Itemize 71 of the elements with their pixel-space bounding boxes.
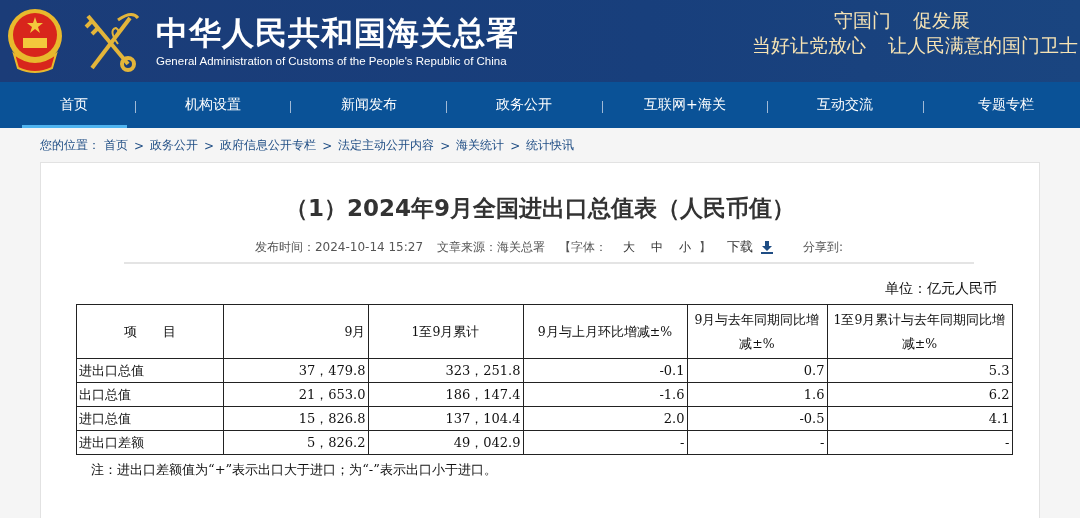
table-cell: 15，826.8: [223, 406, 368, 431]
nav-item[interactable]: 机构设置: [143, 82, 283, 128]
table-cell: 137，104.4: [368, 406, 523, 431]
slogan-text: 当好让党放心: [752, 33, 866, 58]
download-icon: [761, 240, 774, 254]
share-label: 分享到:: [803, 238, 844, 256]
unit-text: 单位：亿元人民币: [884, 280, 997, 298]
font-size-label: 【字体：: [559, 238, 608, 256]
table-note: 注：进出口差额值为“+”表示出口大于进口；为“-”表示出口小于进口。: [91, 461, 498, 479]
source-label: 文章来源：: [437, 238, 498, 256]
table-cell: 21，653.0: [223, 382, 368, 407]
column-header: 1至9月累计: [368, 304, 523, 359]
table-cell: 进口总值: [76, 406, 223, 431]
table-cell: 进出口差额: [76, 430, 223, 455]
breadcrumb-label: 您的位置：: [40, 137, 100, 154]
table-cell: 323，251.8: [368, 358, 523, 383]
table-cell: 186，147.4: [368, 382, 523, 407]
table-cell: 4.1: [827, 406, 1012, 431]
table-cell: -0.5: [687, 406, 827, 431]
font-size-link[interactable]: 中: [651, 238, 664, 256]
breadcrumb-link[interactable]: 政府信息公开专栏: [220, 137, 317, 154]
slogan-text: 守国门: [834, 8, 891, 33]
breadcrumb-link[interactable]: 首页: [104, 137, 128, 154]
breadcrumb-link[interactable]: 海关统计: [456, 137, 505, 154]
nav-item[interactable]: 互动交流: [775, 82, 915, 128]
slogan-text: 促发展: [913, 8, 970, 33]
column-header: 9月与上月环比增减±%: [523, 304, 687, 359]
nav-item[interactable]: 首页: [22, 82, 127, 128]
breadcrumb-separator: >: [134, 138, 145, 153]
table-cell: -: [687, 430, 827, 455]
download-link[interactable]: 下载: [727, 238, 774, 256]
article-title: （1）2024年9月全国进出口总值表（人民币值）: [285, 194, 795, 223]
breadcrumb-separator: >: [204, 138, 215, 153]
column-header: 9月: [223, 304, 368, 359]
publish-time: 2024-10-14 15:27: [314, 240, 424, 254]
column-header: 9月与去年同期同比增减±%: [687, 304, 827, 359]
breadcrumb-separator: >: [510, 138, 521, 153]
bracket-text: 】: [699, 238, 712, 256]
publish-label: 发布时间：: [254, 238, 315, 256]
nav-item[interactable]: 新闻发布: [299, 82, 438, 128]
nav-item[interactable]: 专题专栏: [931, 82, 1080, 128]
font-size-link[interactable]: 小: [679, 238, 692, 256]
column-header: 1至9月累计与去年同期同比增减±%: [827, 304, 1012, 359]
slogan-text: 让人民满意的国门卫士: [888, 33, 1078, 58]
source-text: 海关总署: [497, 238, 546, 256]
table-cell: 6.2: [827, 382, 1012, 407]
nav-item[interactable]: 政务公开: [455, 82, 594, 128]
table-cell: 0.7: [687, 358, 827, 383]
breadcrumb-link[interactable]: 统计快讯: [526, 137, 575, 154]
national-emblem-icon: [6, 8, 64, 74]
table-cell: 5.3: [827, 358, 1012, 383]
table-cell: 1.6: [687, 382, 827, 407]
breadcrumb-separator: >: [440, 138, 451, 153]
table-cell: 进出口总值: [76, 358, 223, 383]
table-cell: 2.0: [523, 406, 687, 431]
table-cell: -: [523, 430, 687, 455]
breadcrumb-link[interactable]: 法定主动公开内容: [338, 137, 435, 154]
table-cell: 37，479.8: [223, 358, 368, 383]
table-cell: -0.1: [523, 358, 687, 383]
table-cell: -1.6: [523, 382, 687, 407]
site-title: 中华人民共和国海关总署: [156, 15, 519, 51]
site-subtitle: General Administration of Customs of the People's Republic of China: [156, 55, 508, 67]
breadcrumb-link[interactable]: 政务公开: [150, 137, 199, 154]
table-cell: 49，042.9: [368, 430, 523, 455]
column-header: 项 目: [76, 304, 223, 359]
nav-item[interactable]: 互联网+海关: [610, 82, 759, 128]
font-size-link[interactable]: 大: [623, 238, 636, 256]
table-cell: 5，826.2: [223, 430, 368, 455]
table-cell: -: [827, 430, 1012, 455]
table-cell: 出口总值: [76, 382, 223, 407]
breadcrumb-separator: >: [322, 138, 333, 153]
